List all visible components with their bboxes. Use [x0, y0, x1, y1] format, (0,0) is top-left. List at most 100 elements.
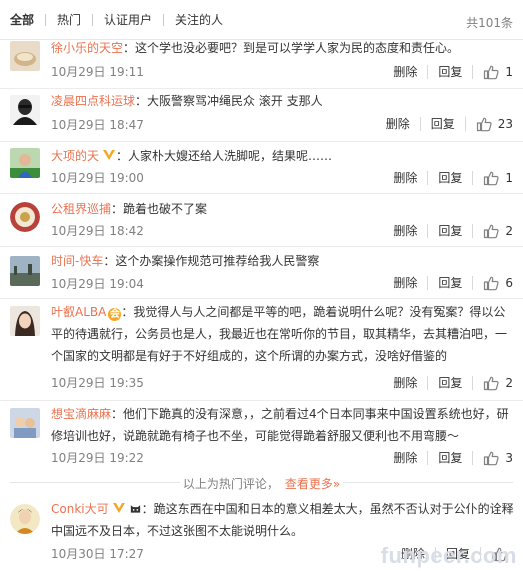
- comment-body: 叶叡ALBA 会：我觉得人与人之间都是平等的吧，跪着说明什么呢？没有冤案？得以公平…: [51, 301, 515, 367]
- thumbs-up-icon: [476, 117, 492, 131]
- comment-timestamp: 10月29日 19:11: [51, 65, 144, 79]
- tab-divider: [92, 13, 94, 26]
- tab-all[interactable]: 全部: [10, 11, 34, 28]
- thumbs-up-icon: [484, 65, 499, 79]
- view-more-link[interactable]: 查看更多»: [285, 475, 340, 492]
- action-divider: [427, 223, 429, 238]
- reply-button[interactable]: 回复: [438, 274, 462, 291]
- comment-actions: 删除 回复 6: [393, 274, 513, 291]
- action-divider: [472, 170, 474, 185]
- comment-body: 大项的天 ：人家朴大嫂还给人洗脚呢，结果呢……: [51, 145, 515, 167]
- comment-item: 叶叡ALBA 会：我觉得人与人之间都是平等的吧，跪着说明什么呢？没有冤案？得以公平…: [0, 299, 523, 401]
- like-button[interactable]: 2: [483, 375, 513, 391]
- comment-username[interactable]: 想宝滴麻麻: [51, 407, 111, 421]
- comment-item: 大项的天 ：人家朴大嫂还给人洗脚呢，结果呢…… 10月29日 19:00 删除 回…: [0, 142, 523, 194]
- delete-button[interactable]: 删除: [393, 63, 417, 80]
- action-divider: [472, 375, 474, 390]
- comment-text: ：这个办案操作规范可推荐给我人民警察: [103, 254, 320, 268]
- comment-item: 公租界巡捕：跪着也破不了案 10月29日 18:42 删除 回复 2: [0, 194, 523, 247]
- comment-username[interactable]: 大项的天: [51, 149, 99, 163]
- tab-divider: [45, 13, 47, 26]
- delete-button[interactable]: 删除: [393, 222, 417, 239]
- comment-text: ：这个学也没必要吧？到是可以学学人家为民的态度和责任心。: [123, 41, 460, 55]
- reply-button[interactable]: 回复: [438, 63, 462, 80]
- comment-text: ：他们下跪真的没有深意，，之前看过4个日本同事来中国设置系统也好，研修培训也好，…: [51, 407, 509, 443]
- user-avatar[interactable]: [10, 408, 40, 438]
- tab-divider: [163, 13, 165, 26]
- thumbs-up-icon: [484, 276, 499, 290]
- comment-actions: 删除 回复 1: [393, 169, 513, 186]
- comment-timestamp: 10月29日 18:47: [51, 118, 144, 132]
- comment-text: ：大阪警察骂冲绳民众 滚开 支那人: [135, 94, 323, 108]
- comment-username[interactable]: 凌晨四点科运球: [51, 94, 135, 108]
- total-comment-count: 共101条: [466, 16, 513, 30]
- action-divider: [464, 116, 466, 131]
- comment-username[interactable]: Conki大可: [51, 502, 109, 516]
- comment-body: 凌晨四点科运球：大阪警察骂冲绳民众 滚开 支那人: [51, 90, 515, 112]
- reply-button[interactable]: 回复: [438, 169, 462, 186]
- action-divider: [427, 275, 429, 290]
- like-count: 1: [505, 64, 513, 79]
- like-count: 2: [505, 375, 513, 390]
- like-button[interactable]: 2: [483, 223, 513, 239]
- hot-comments-divider: 以上为热门评论， 查看更多»: [0, 470, 523, 496]
- comment-username[interactable]: 公租界巡捕: [51, 202, 111, 216]
- reply-button[interactable]: 回复: [438, 374, 462, 391]
- verified-v-icon: [103, 150, 116, 160]
- like-count: 2: [505, 223, 513, 238]
- member-badge-icon: 会: [108, 308, 122, 321]
- comment-actions: 删除 回复 3: [393, 449, 513, 466]
- user-avatar[interactable]: [10, 41, 40, 71]
- thumbs-up-icon: [484, 451, 499, 465]
- action-divider: [472, 275, 474, 290]
- delete-button[interactable]: 删除: [393, 169, 417, 186]
- tab-verified-users[interactable]: 认证用户: [104, 11, 152, 28]
- comment-body: Conki大可 ：跪这东西在中国和日本的意义相差太大，虽然不否认对于公仆的诠释中国…: [51, 498, 515, 542]
- like-button[interactable]: 1: [483, 64, 513, 80]
- like-button[interactable]: 23: [476, 116, 513, 132]
- reply-button[interactable]: 回复: [438, 222, 462, 239]
- comment-timestamp: 10月29日 19:04: [51, 277, 144, 291]
- like-count: 3: [505, 450, 513, 465]
- user-avatar[interactable]: [10, 306, 40, 336]
- comment-item: 想宝滴麻麻：他们下跪真的没有深意，，之前看过4个日本同事来中国设置系统也好，研修…: [0, 401, 523, 470]
- like-button[interactable]: 3: [483, 450, 513, 466]
- tab-hot[interactable]: 热门: [57, 11, 81, 28]
- action-divider: [472, 223, 474, 238]
- hot-comments-end-text: 以上为热门评论，: [182, 476, 279, 491]
- comment-timestamp: 10月29日 19:22: [51, 451, 144, 465]
- action-divider: [472, 64, 474, 79]
- divider-line: [343, 482, 513, 483]
- comment-username[interactable]: 徐小乐的天空: [51, 41, 123, 55]
- user-avatar[interactable]: [10, 95, 40, 125]
- like-button[interactable]: 1: [483, 170, 513, 186]
- verified-v-icon: [112, 503, 125, 513]
- delete-button[interactable]: 删除: [393, 374, 417, 391]
- comment-body: 想宝滴麻麻：他们下跪真的没有深意，，之前看过4个日本同事来中国设置系统也好，研修…: [51, 403, 515, 447]
- thumbs-up-icon: [484, 171, 499, 185]
- user-avatar[interactable]: [10, 256, 40, 286]
- delete-button[interactable]: 删除: [386, 115, 410, 132]
- like-button[interactable]: 6: [483, 275, 513, 291]
- action-divider: [419, 116, 421, 131]
- tab-following[interactable]: 关注的人: [175, 11, 223, 28]
- comment-timestamp: 10月30日 17:27: [51, 547, 144, 561]
- user-avatar[interactable]: [10, 148, 40, 178]
- comment-username[interactable]: 时间-快车: [51, 254, 103, 268]
- user-avatar[interactable]: [10, 504, 40, 534]
- reply-button[interactable]: 回复: [431, 115, 455, 132]
- thumbs-up-icon: [484, 376, 499, 390]
- comment-timestamp: 10月29日 19:35: [51, 376, 144, 390]
- delete-button[interactable]: 删除: [393, 449, 417, 466]
- action-divider: [472, 450, 474, 465]
- like-count: 23: [497, 116, 513, 131]
- comment-text: ：跪着也破不了案: [111, 202, 208, 216]
- comment-username[interactable]: 叶叡ALBA: [51, 305, 106, 319]
- reply-button[interactable]: 回复: [438, 449, 462, 466]
- delete-button[interactable]: 删除: [393, 274, 417, 291]
- comment-timestamp: 10月29日 18:42: [51, 224, 144, 238]
- comment-body: 徐小乐的天空：这个学也没必要吧？到是可以学学人家为民的态度和责任心。: [51, 37, 515, 59]
- action-divider: [427, 170, 429, 185]
- user-avatar[interactable]: [10, 202, 40, 232]
- comment-text: ：人家朴大嫂还给人洗脚呢，结果呢……: [116, 149, 333, 163]
